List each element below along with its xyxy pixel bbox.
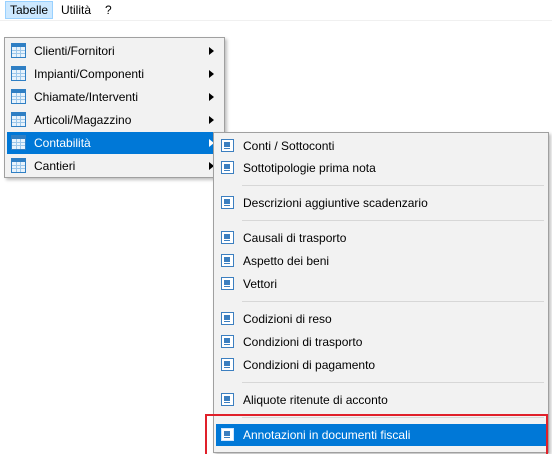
- submenu-arrow-icon: [209, 93, 214, 101]
- menu-item-clienti-fornitori[interactable]: Clienti/Fornitori: [7, 40, 222, 62]
- menu-item-label: Condizioni di trasporto: [243, 335, 363, 349]
- menu-item-label: Descrizioni aggiuntive scadenzario: [243, 196, 428, 210]
- menu-help[interactable]: ?: [101, 1, 116, 19]
- document-icon: [220, 138, 235, 153]
- menu-item-label: Impianti/Componenti: [34, 67, 145, 81]
- menu-item-label: Clienti/Fornitori: [34, 44, 115, 58]
- menu-item-label: Vettori: [243, 277, 278, 291]
- menu-item-label: Causali di trasporto: [243, 231, 347, 245]
- menu-tabelle[interactable]: Tabelle: [5, 1, 54, 19]
- document-icon: [220, 311, 235, 326]
- table-icon: [11, 112, 26, 127]
- menu-item-cantieri[interactable]: Cantieri: [7, 155, 222, 177]
- menu-item-label: Contabilità: [34, 136, 91, 150]
- menu-separator: [242, 382, 544, 383]
- table-icon: [11, 43, 26, 58]
- menu-item-vettori[interactable]: Vettori: [216, 273, 546, 295]
- menu-item-aliquote-ritenute-di-acconto[interactable]: Aliquote ritenute di acconto: [216, 389, 546, 411]
- menu-item-sottotipologie-prima-nota[interactable]: Sottotipologie prima nota: [216, 157, 546, 179]
- menu-bar: Tabelle Utilità ?: [0, 0, 552, 21]
- document-icon: [220, 334, 235, 349]
- tabelle-dropdown: Clienti/Fornitori Impianti/Componenti Ch…: [4, 37, 225, 178]
- menu-item-label: Cantieri: [34, 159, 76, 173]
- menu-separator: [242, 185, 544, 186]
- document-icon: [220, 253, 235, 268]
- menu-item-descrizioni-aggiuntive-scadenzario[interactable]: Descrizioni aggiuntive scadenzario: [216, 192, 546, 214]
- document-icon: [220, 357, 235, 372]
- menu-item-contabilita[interactable]: Contabilità: [7, 132, 222, 154]
- contabilita-submenu: Conti / Sottoconti Sottotipologie prima …: [213, 132, 549, 453]
- document-icon: [220, 392, 235, 407]
- annotation-highlight-box: [205, 414, 548, 454]
- menu-item-label: Chiamate/Interventi: [34, 90, 139, 104]
- menu-item-label: Aspetto dei beni: [243, 254, 330, 268]
- submenu-arrow-icon: [209, 47, 214, 55]
- menu-item-label: Codizioni di reso: [243, 312, 332, 326]
- table-icon: [11, 158, 26, 173]
- menu-item-chiamate-interventi[interactable]: Chiamate/Interventi: [7, 86, 222, 108]
- document-icon: [220, 160, 235, 175]
- menu-item-condizioni-di-trasporto[interactable]: Condizioni di trasporto: [216, 331, 546, 353]
- menu-item-articoli-magazzino[interactable]: Articoli/Magazzino: [7, 109, 222, 131]
- menu-item-label: Articoli/Magazzino: [34, 113, 132, 127]
- document-icon: [220, 230, 235, 245]
- menu-item-aspetto-dei-beni[interactable]: Aspetto dei beni: [216, 250, 546, 272]
- menu-item-codizioni-di-reso[interactable]: Codizioni di reso: [216, 308, 546, 330]
- menu-separator: [242, 220, 544, 221]
- menu-item-label: Aliquote ritenute di acconto: [243, 393, 388, 407]
- menu-utilita[interactable]: Utilità: [57, 1, 95, 19]
- table-icon: [11, 135, 26, 150]
- menu-item-label: Condizioni di pagamento: [243, 358, 376, 372]
- document-icon: [220, 276, 235, 291]
- table-icon: [11, 89, 26, 104]
- table-icon: [11, 66, 26, 81]
- menu-item-label: Sottotipologie prima nota: [243, 161, 376, 175]
- document-icon: [220, 195, 235, 210]
- menu-item-label: Conti / Sottoconti: [243, 139, 335, 153]
- menu-separator: [242, 301, 544, 302]
- menu-item-conti-sottoconti[interactable]: Conti / Sottoconti: [216, 135, 546, 157]
- submenu-arrow-icon: [209, 70, 214, 78]
- menu-item-impianti-componenti[interactable]: Impianti/Componenti: [7, 63, 222, 85]
- menu-item-condizioni-di-pagamento[interactable]: Condizioni di pagamento: [216, 354, 546, 376]
- submenu-arrow-icon: [209, 116, 214, 124]
- menu-item-causali-di-trasporto[interactable]: Causali di trasporto: [216, 227, 546, 249]
